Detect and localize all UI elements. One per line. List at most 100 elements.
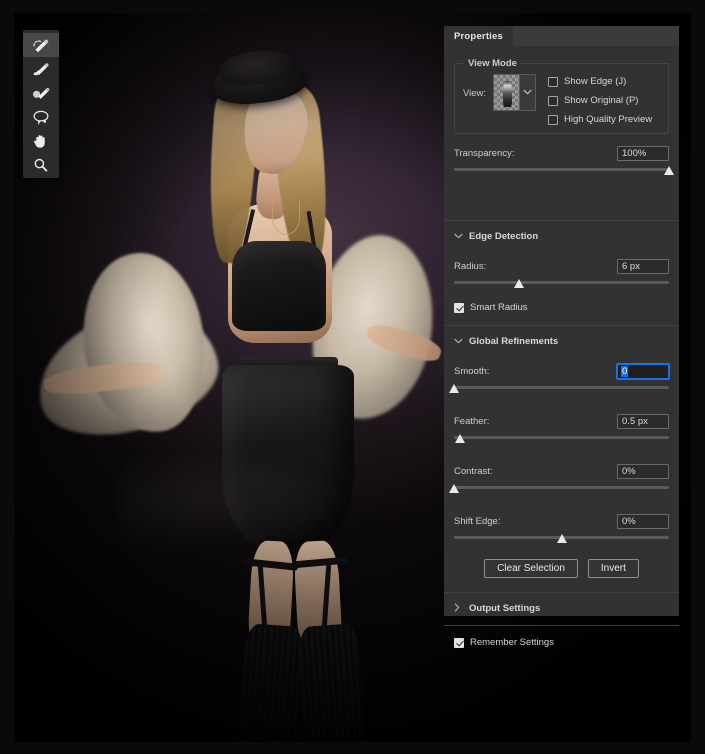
transparency-value-input[interactable]: 100% xyxy=(617,145,669,161)
chevron-right-icon-output-settings[interactable] xyxy=(454,602,462,614)
feather-control: Feather: 0.5 px xyxy=(454,413,669,446)
spacer-after-transparency xyxy=(454,178,669,208)
checkbox-high-quality-preview-box[interactable] xyxy=(548,114,558,125)
divider-remember-settings xyxy=(444,625,679,626)
smooth-slider[interactable] xyxy=(449,383,669,396)
chevron-down-icon-edge-detection[interactable] xyxy=(454,232,463,241)
transparency-slider-thumb[interactable] xyxy=(664,166,674,175)
shift-edge-slider[interactable] xyxy=(454,533,669,546)
tools-palette xyxy=(23,30,59,178)
checkbox-remember-settings-box[interactable] xyxy=(454,637,464,648)
divider-output-settings xyxy=(444,592,679,593)
view-mode-group: View Mode View: Show Edge (J) Show Origi… xyxy=(454,58,669,134)
panel-tabbar: Properties xyxy=(444,26,679,46)
transparency-head: Transparency: 100% xyxy=(454,145,669,161)
smooth-label: Smooth: xyxy=(454,365,490,377)
feather-slider-track xyxy=(454,436,669,439)
feather-label: Feather: xyxy=(454,415,490,427)
radius-slider-thumb[interactable] xyxy=(513,279,524,288)
contrast-label: Contrast: xyxy=(454,465,493,477)
smooth-head: Smooth: 0 xyxy=(454,363,669,379)
view-label: View: xyxy=(463,88,487,99)
feather-slider-thumb[interactable] xyxy=(455,434,466,443)
tab-properties-label: Properties xyxy=(454,30,503,42)
contrast-head: Contrast: 0% xyxy=(454,463,669,479)
chevron-down-icon-global-refinements[interactable] xyxy=(454,337,463,346)
feather-head: Feather: 0.5 px xyxy=(454,413,669,429)
zoom-magnifier-icon xyxy=(31,157,51,173)
tab-properties[interactable]: Properties xyxy=(444,26,513,46)
smooth-slider-track xyxy=(454,386,669,389)
radius-label: Radius: xyxy=(454,260,487,272)
contrast-value-input[interactable]: 0% xyxy=(617,463,669,479)
tool-hand-tool[interactable] xyxy=(23,129,59,153)
checkbox-smart-radius-box[interactable] xyxy=(454,302,464,313)
tool-lasso-tool[interactable] xyxy=(23,105,59,129)
transparency-slider[interactable] xyxy=(454,165,674,178)
tool-quick-selection-tool[interactable] xyxy=(23,33,59,57)
action-buttons-row: Clear Selection Invert xyxy=(454,559,669,578)
section-global-refinements-title: Global Refinements xyxy=(469,335,559,347)
contrast-slider-track xyxy=(454,486,669,489)
checkbox-show-edge-label: Show Edge (J) xyxy=(564,76,627,87)
view-preview-dropdown[interactable] xyxy=(493,74,536,111)
smooth-value-text: 0 xyxy=(621,365,629,377)
divider-edge-detection xyxy=(444,220,679,221)
tool-refine-edge-brush-tool[interactable] xyxy=(23,57,59,81)
shift-edge-value-input[interactable]: 0% xyxy=(617,513,669,529)
lasso-icon xyxy=(31,109,51,125)
refine-edge-brush-icon xyxy=(31,61,51,77)
smooth-value-input[interactable]: 0 xyxy=(617,363,669,379)
section-edge-detection-title: Edge Detection xyxy=(469,230,539,242)
divider-global-refinements xyxy=(444,325,679,326)
panel-body: View Mode View: Show Edge (J) Show Origi… xyxy=(444,46,679,648)
section-output-settings-header[interactable]: Output Settings xyxy=(454,597,669,619)
checkbox-show-original[interactable]: Show Original (P) xyxy=(548,95,660,106)
section-edge-detection-header[interactable]: Edge Detection xyxy=(454,225,669,247)
smooth-control: Smooth: 0 xyxy=(449,363,669,396)
view-mode-checkboxes: Show Edge (J) Show Original (P) High Qua… xyxy=(548,74,660,125)
chevron-down-icon xyxy=(523,87,532,98)
contrast-slider-thumb[interactable] xyxy=(449,484,459,493)
smooth-slider-thumb[interactable] xyxy=(449,384,459,393)
quick-selection-icon xyxy=(31,37,51,53)
hand-icon xyxy=(31,133,51,149)
tool-brush-tool[interactable] xyxy=(23,81,59,105)
radius-slider[interactable] xyxy=(454,278,669,291)
feather-value-input[interactable]: 0.5 px xyxy=(617,413,669,429)
thumbnail-subject-silhouette xyxy=(503,81,512,107)
section-global-refinements-header[interactable]: Global Refinements xyxy=(454,330,669,352)
invert-button[interactable]: Invert xyxy=(587,559,639,578)
radius-slider-track xyxy=(454,281,669,284)
checkbox-show-original-label: Show Original (P) xyxy=(564,95,639,106)
view-preview-thumbnail[interactable] xyxy=(493,74,520,111)
contrast-control: Contrast: 0% xyxy=(449,463,669,496)
checkbox-show-edge-box[interactable] xyxy=(548,76,558,87)
shift-edge-label: Shift Edge: xyxy=(454,515,501,527)
view-dropdown-button[interactable] xyxy=(520,74,536,111)
checkbox-show-edge[interactable]: Show Edge (J) xyxy=(548,76,660,87)
brush-icon xyxy=(31,85,51,101)
radius-head: Radius: 6 px xyxy=(454,258,669,274)
checkbox-show-original-box[interactable] xyxy=(548,95,558,106)
shift-edge-control: Shift Edge: 0% xyxy=(454,513,669,546)
transparency-control: Transparency: 100% xyxy=(454,145,674,178)
view-mode-title: View Mode xyxy=(464,58,521,69)
section-output-settings-title: Output Settings xyxy=(469,602,541,614)
transparency-label: Transparency: xyxy=(454,147,515,159)
contrast-slider[interactable] xyxy=(449,483,669,496)
shift-edge-slider-thumb[interactable] xyxy=(556,534,567,543)
clear-selection-button[interactable]: Clear Selection xyxy=(484,559,578,578)
shift-edge-head: Shift Edge: 0% xyxy=(454,513,669,529)
app-root: Properties View Mode View: Show Edge (J)… xyxy=(0,0,705,754)
properties-panel: Properties View Mode View: Show Edge (J)… xyxy=(444,26,679,648)
feather-slider[interactable] xyxy=(454,433,669,446)
tool-zoom-tool[interactable] xyxy=(23,153,59,177)
radius-value-input[interactable]: 6 px xyxy=(617,258,669,274)
view-mode-row: View: Show Edge (J) Show Original (P) Hi… xyxy=(463,74,660,125)
checkbox-high-quality-preview[interactable]: High Quality Preview xyxy=(548,114,660,125)
checkbox-remember-settings[interactable]: Remember Settings xyxy=(454,637,669,648)
checkbox-smart-radius[interactable]: Smart Radius xyxy=(454,302,669,313)
transparency-slider-track xyxy=(454,168,669,171)
checkbox-high-quality-preview-label: High Quality Preview xyxy=(564,114,653,125)
